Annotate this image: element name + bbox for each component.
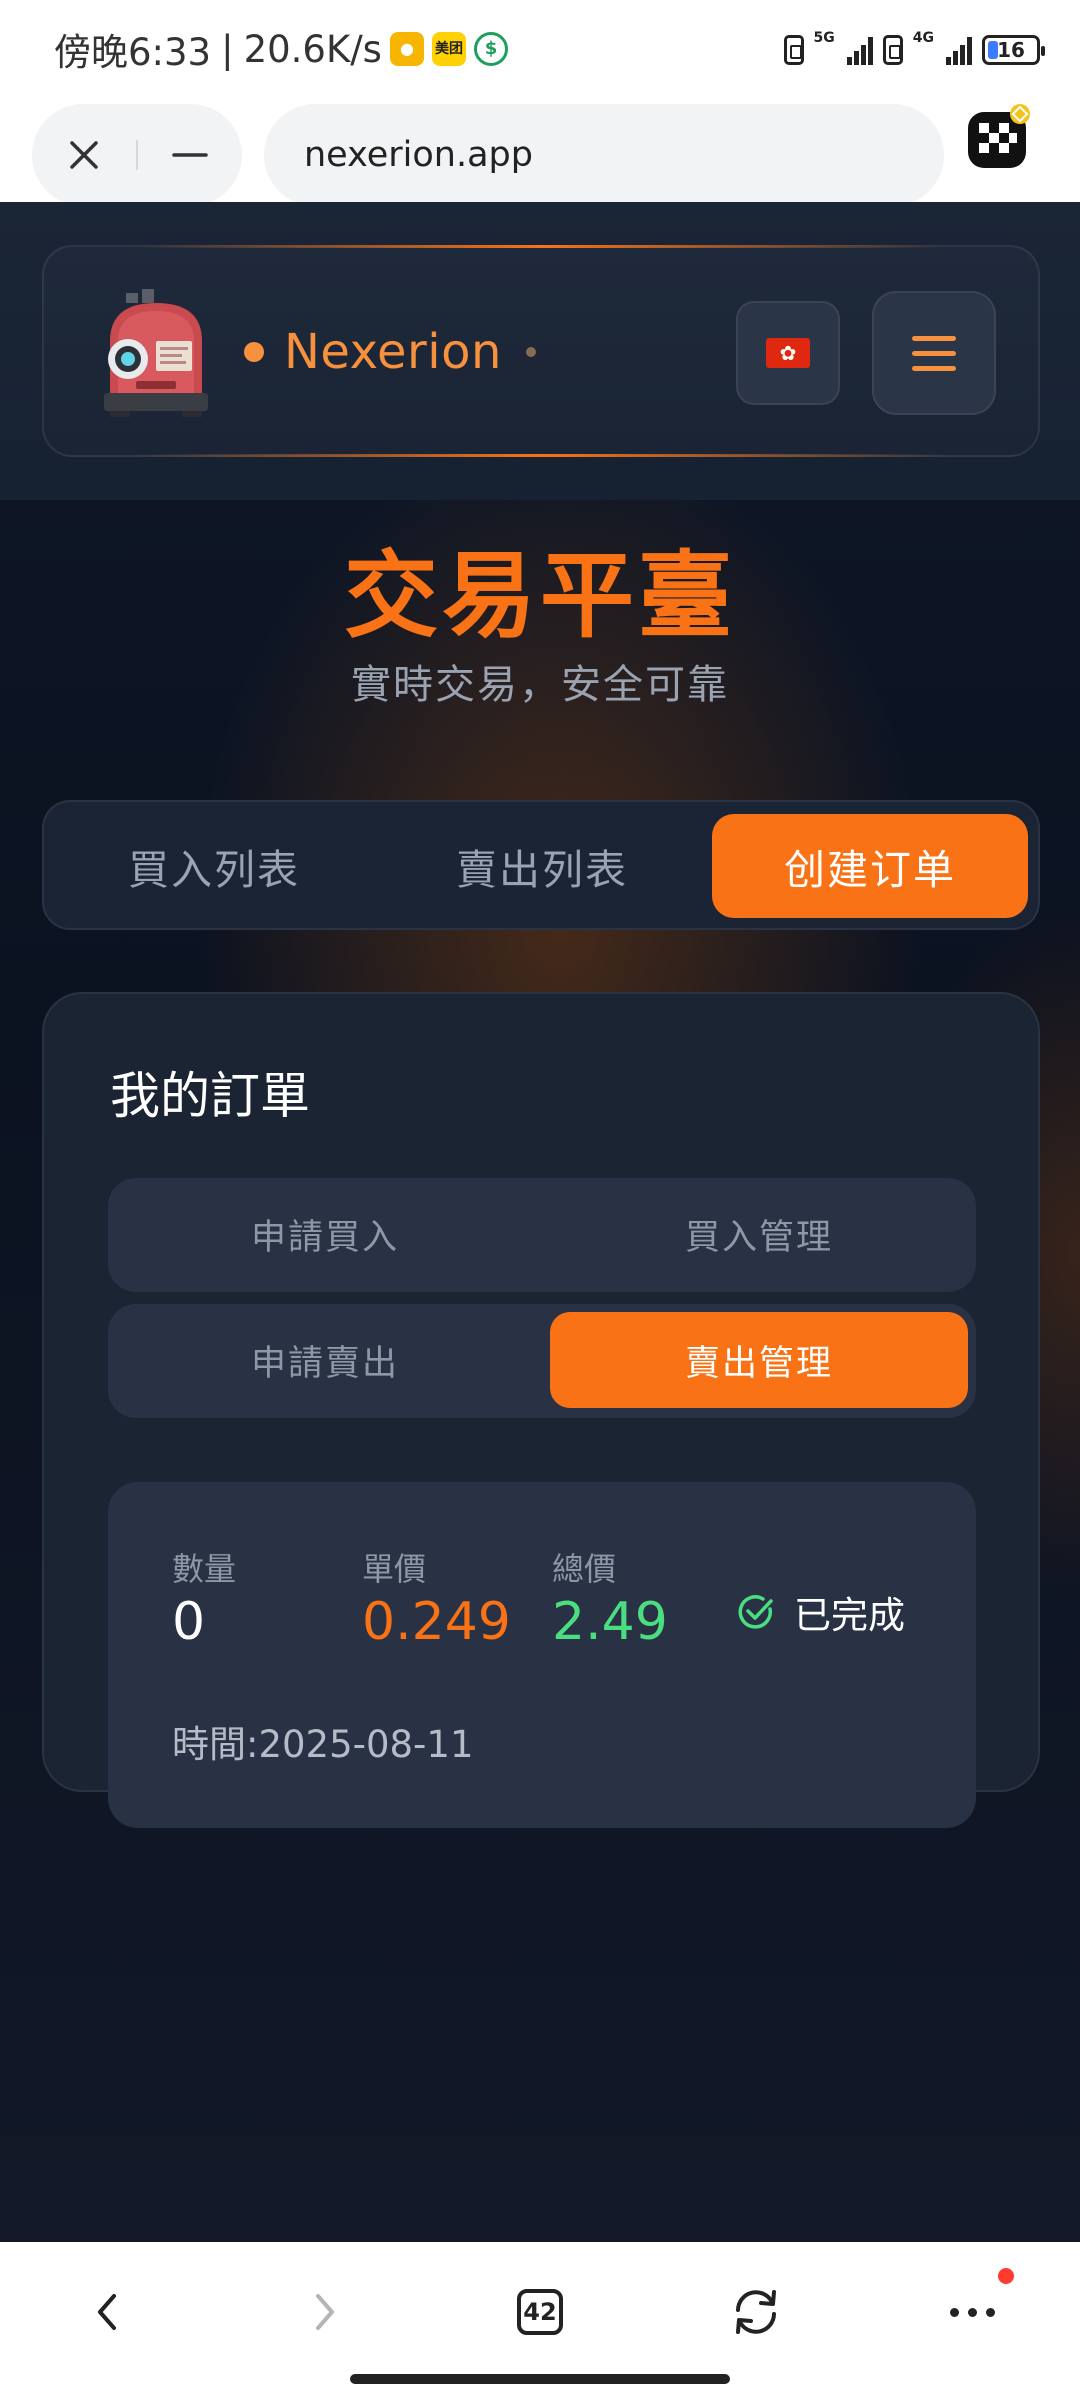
status-left: 傍晚6:33 | 20.6K/s ● 美团 $ [54,22,508,76]
tab-buy-list[interactable]: 買入列表 [56,814,372,918]
total-label: 總價 [552,1550,617,1588]
my-orders-card: 我的訂單 申請買入 買入管理 申請賣出 賣出管理 數量 0 單價 0.249 總… [42,992,1040,1828]
signal-icon-2 [946,35,972,65]
page: Nexerion ✿ 交易平臺 實時交易，安全可靠 買入列表 賣出列表 创建订单… [0,202,1080,2242]
url-field[interactable]: nexerion.app [264,104,944,206]
price-label: 單價 [362,1550,427,1588]
brand: Nexerion [244,317,536,387]
chevron-left-icon [98,2294,116,2330]
orders-title: 我的訂單 [110,1067,310,1125]
tab-sell-list[interactable]: 賣出列表 [384,814,700,918]
close-icon [70,141,98,169]
tab-apply-sell[interactable]: 申請賣出 [116,1312,534,1408]
tabs-button[interactable]: 42 [490,2262,590,2362]
network-type-2: 4G [912,30,934,46]
more-icon [949,2307,995,2317]
back-button[interactable] [58,2262,158,2362]
meituan-icon: 美团 [431,32,466,66]
sim-icon [783,35,804,65]
extension-icon[interactable] [966,104,1032,170]
tab-sell-management[interactable]: 賣出管理 [550,1312,968,1408]
brand-dot-small [525,347,536,357]
qty-label: 數量 [172,1550,237,1588]
more-button[interactable] [922,2262,1022,2362]
refresh-button[interactable] [706,2262,806,2362]
header-band: Nexerion ✿ [0,202,1080,500]
status-right: 5G 4G 16 [783,30,1045,70]
battery-level: 16 [997,38,1025,62]
page-title: 交易平臺 [343,542,736,651]
header-card: Nexerion ✿ [42,245,1040,457]
menu-button[interactable] [872,291,996,415]
status-time: 傍晚6:33 [54,31,212,74]
minus-icon [172,153,208,157]
total-value: 2.49 [552,1592,668,1652]
tab-count: 42 [517,2289,563,2335]
tab-create-order[interactable]: 创建订单 [712,814,1028,918]
brand-name[interactable]: Nexerion [284,324,502,380]
home-indicator[interactable] [350,2374,730,2384]
minimize-button[interactable] [138,104,242,206]
brand-dot [244,342,264,362]
status-text: 已完成 [794,1594,905,1637]
payment-icon: $ [473,32,508,66]
status-separator: | [221,27,234,71]
battery-icon: 16 [982,35,1045,65]
chevron-right-icon [316,2294,334,2330]
close-tab-button[interactable] [32,104,136,206]
order-time: 時間:2025-08-11 [172,1723,474,1766]
sub-tab-row-sell: 申請賣出 賣出管理 [108,1304,976,1418]
qty-value: 0 [172,1592,206,1652]
notification-dot [998,2268,1014,2284]
menu-icon-bar [912,365,956,371]
sim-icon-2 [882,35,903,65]
tab-buy-management[interactable]: 買入管理 [550,1186,968,1282]
order-item[interactable]: 數量 0 單價 0.249 總價 2.49 已完成 時間:2025-08-11 [108,1482,976,1828]
browser-bar: nexerion.app [0,96,1080,206]
forward-button[interactable] [274,2262,374,2362]
price-value: 0.249 [362,1592,511,1652]
mining-machine-logo[interactable] [96,289,216,419]
sub-tab-row-buy: 申請買入 買入管理 [108,1178,976,1292]
main-tabs: 買入列表 賣出列表 创建订单 [42,800,1040,930]
page-subtitle: 實時交易，安全可靠 [351,662,729,708]
hong-kong-flag-icon: ✿ [766,338,810,368]
check-circle-icon [738,1595,773,1629]
menu-icon-bar [912,350,956,356]
refresh-icon [736,2290,776,2334]
network-speed: 20.6K/s [243,27,382,71]
status-bar: 傍晚6:33 | 20.6K/s ● 美团 $ 5G 4G 16 [0,0,1080,96]
tab-apply-buy[interactable]: 申請買入 [116,1186,534,1282]
language-button[interactable]: ✿ [736,301,840,405]
network-type-1: 5G [813,30,835,46]
signal-icon [846,35,873,65]
order-status: 已完成 [736,1582,905,1642]
menu-icon-bar [912,335,956,341]
url-text: nexerion.app [304,135,533,175]
browser-controls [32,104,242,206]
message-icon: ● [389,32,424,66]
